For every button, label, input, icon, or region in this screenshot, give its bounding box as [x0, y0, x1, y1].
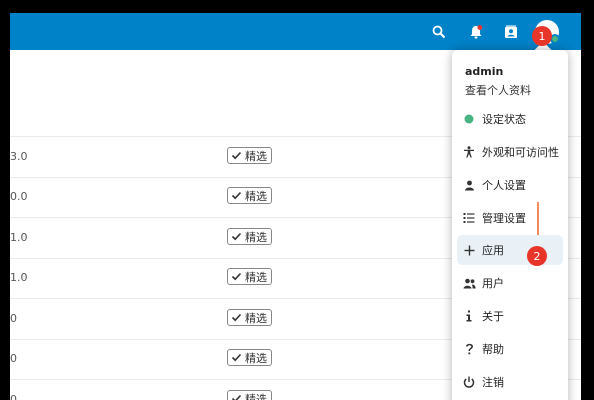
featured-tag-label: 精选	[245, 351, 267, 365]
menu-item-admin-settings[interactable]: 管理设置	[457, 203, 563, 233]
menu-item-label: 个人设置	[482, 179, 526, 192]
help-icon	[457, 343, 481, 355]
featured-tag-label: 精选	[245, 149, 267, 163]
menu-item-label: 外观和可访问性	[482, 146, 559, 159]
step-badge-1: 1	[532, 26, 552, 46]
table-cell-version: 0	[10, 393, 17, 400]
featured-tag[interactable]: 精选	[227, 390, 272, 400]
accessibility-icon	[457, 146, 481, 158]
menu-item-label: 注销	[482, 376, 504, 389]
featured-tag-label: 精选	[245, 270, 267, 284]
menu-item-about[interactable]: 关于	[457, 301, 563, 331]
featured-tag-label: 精选	[245, 392, 267, 400]
featured-tag[interactable]: 精选	[227, 187, 272, 204]
menu-item-label: 管理设置	[482, 212, 526, 225]
checkmark-icon	[231, 394, 242, 400]
scroll-indicator	[537, 202, 539, 235]
top-header	[10, 13, 581, 50]
step-badge-2: 2	[527, 246, 547, 266]
logout-icon	[457, 376, 481, 388]
checkmark-icon	[231, 151, 242, 160]
table-cell-version: 0	[10, 312, 17, 325]
menu-item-users[interactable]: 用户	[457, 268, 563, 298]
menu-item-label: 应用	[482, 244, 504, 257]
menu-item-set-status[interactable]: 设定状态	[457, 104, 563, 134]
checkmark-icon	[231, 191, 242, 200]
contacts-icon[interactable]	[501, 22, 521, 42]
checkmark-icon	[231, 232, 242, 241]
featured-tag[interactable]: 精选	[227, 228, 272, 245]
featured-tag[interactable]: 精选	[227, 268, 272, 285]
featured-tag[interactable]: 精选	[227, 147, 272, 164]
status-dot-icon	[457, 114, 481, 124]
featured-tag-label: 精选	[245, 189, 267, 203]
search-icon[interactable]	[429, 22, 449, 42]
menu-item-logout[interactable]: 注销	[457, 367, 563, 397]
menu-item-label: 帮助	[482, 343, 504, 356]
menu-item-label: 用户	[482, 277, 504, 290]
table-cell-version: 3.0	[10, 150, 28, 163]
person-icon	[457, 180, 481, 191]
featured-tag-label: 精选	[245, 311, 267, 325]
bell-icon[interactable]	[466, 22, 486, 42]
menu-item-label: 关于	[482, 310, 504, 323]
featured-tag[interactable]: 精选	[227, 309, 272, 326]
menu-item-appearance[interactable]: 外观和可访问性	[457, 137, 563, 167]
admin-settings-icon	[457, 212, 481, 224]
checkmark-icon	[231, 353, 242, 362]
menu-item-label: 设定状态	[482, 113, 526, 126]
users-icon	[457, 278, 481, 289]
menu-username[interactable]: admin	[465, 65, 503, 78]
view-profile-link[interactable]: 查看个人资料	[465, 82, 531, 98]
table-cell-version: 1.0	[10, 231, 28, 244]
checkmark-icon	[231, 313, 242, 322]
checkmark-icon	[231, 272, 242, 281]
menu-item-help[interactable]: 帮助	[457, 334, 563, 364]
menu-item-personal-settings[interactable]: 个人设置	[457, 170, 563, 200]
table-cell-version: 1.0	[10, 271, 28, 284]
featured-tag-label: 精选	[245, 230, 267, 244]
featured-tag[interactable]: 精选	[227, 349, 272, 366]
menu-item-apps[interactable]: 应用	[457, 235, 563, 265]
info-icon	[457, 310, 481, 322]
plus-icon	[457, 245, 481, 256]
table-cell-version: 0.0	[10, 190, 28, 203]
table-cell-version: 0	[10, 352, 17, 365]
